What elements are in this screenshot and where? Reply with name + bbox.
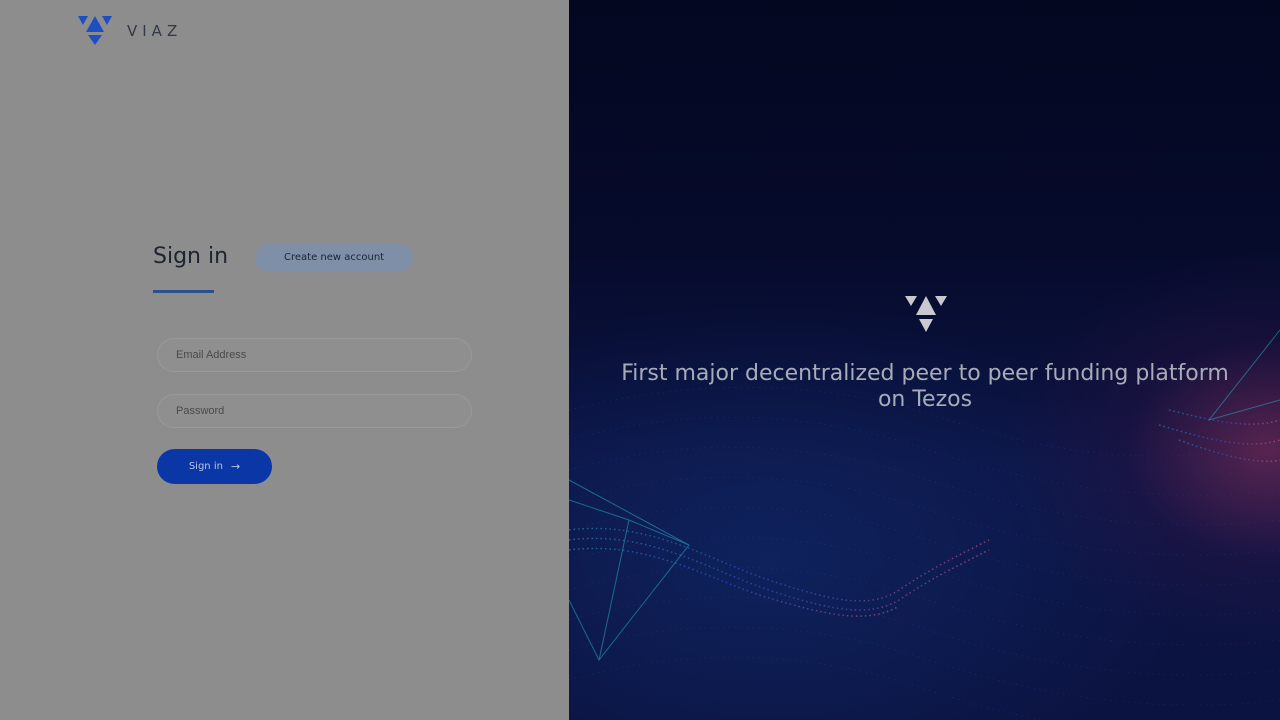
brand-name: VIAZ — [127, 22, 183, 40]
sign-in-button-label: Sign in — [188, 461, 223, 472]
tab-active-underline — [153, 290, 214, 293]
password-input[interactable] — [174, 404, 455, 418]
brand-header[interactable]: VIAZ — [78, 14, 182, 46]
particle-wave-background — [569, 329, 1280, 720]
tab-sign-in[interactable]: Sign in — [153, 244, 229, 293]
viaz-logo-icon — [78, 16, 112, 45]
hero-panel: First major decentralized peer to peer f… — [569, 0, 1280, 720]
tab-sign-in-label: Sign in — [153, 244, 229, 269]
auth-tabs: Sign in Create new account — [153, 243, 414, 293]
password-field[interactable] — [157, 394, 472, 428]
sign-in-panel: VIAZ Sign in Create new account Sign in … — [0, 0, 569, 720]
hero-tagline: First major decentralized peer to peer f… — [621, 361, 1229, 412]
email-field[interactable] — [157, 338, 472, 372]
arrow-right-icon: → — [230, 460, 241, 473]
create-account-button[interactable]: Create new account — [255, 243, 414, 272]
wave-ribbon — [569, 409, 1280, 617]
sign-in-page: VIAZ Sign in Create new account Sign in … — [0, 0, 1280, 720]
sign-in-button[interactable]: Sign in → — [157, 449, 272, 484]
email-input[interactable] — [174, 348, 455, 362]
hero-viaz-logo-icon — [905, 296, 947, 332]
